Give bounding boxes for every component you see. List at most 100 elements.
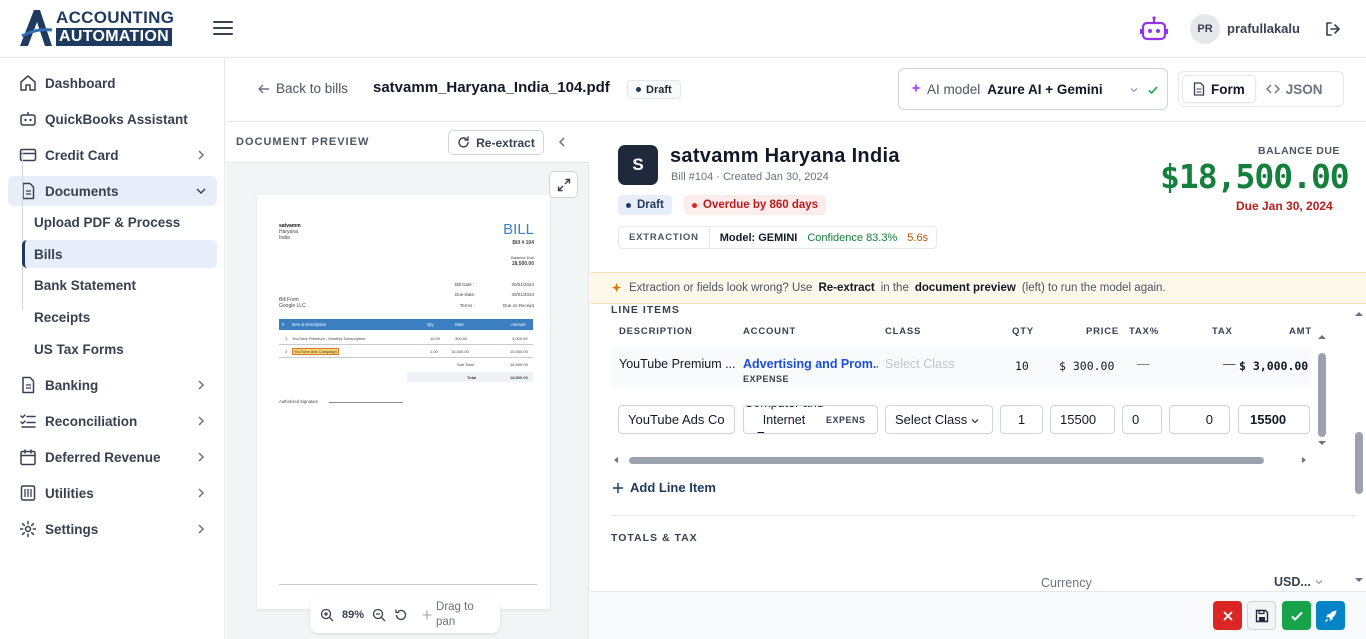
back-to-bills-link[interactable]: Back to bills <box>258 81 348 96</box>
banner-text-1: Extraction or fields look wrong? Use <box>629 282 813 294</box>
col-amount: AMT <box>1289 326 1312 337</box>
pan-hint: Drag to pan <box>422 600 480 630</box>
view-toggle: Form JSON <box>1178 71 1344 107</box>
approve-button[interactable] <box>1282 601 1311 630</box>
tab-form[interactable]: Form <box>1182 75 1256 103</box>
sidebar-subitem-us-tax-forms[interactable]: US Tax Forms <box>22 335 217 363</box>
checklist-icon <box>20 414 36 428</box>
bill-col-qty: Qty <box>427 322 434 327</box>
sidebar-item-reconciliation[interactable]: Reconciliation <box>8 406 217 436</box>
publish-button[interactable] <box>1316 601 1345 630</box>
bill-page-bottom-line <box>279 584 537 585</box>
bill-date-value: 30/01/2024 <box>511 282 534 287</box>
table-horizontal-scrollbar[interactable] <box>611 453 1311 467</box>
row2-tax-percent-input[interactable]: 0 <box>1122 405 1162 434</box>
zoom-in-icon[interactable] <box>320 608 334 622</box>
row2-price-input[interactable]: 15500 <box>1050 405 1115 434</box>
bill-total-value: 18,500.00 <box>510 375 528 380</box>
sidebar-item-label: Banking <box>45 377 99 393</box>
sidebar-item-label: Deferred Revenue <box>45 449 161 465</box>
chevron-right-icon <box>198 416 205 426</box>
currency-value: USD... <box>1274 575 1311 589</box>
logout-icon[interactable] <box>1324 20 1342 38</box>
re-extract-button[interactable]: Re-extract <box>448 130 544 155</box>
sidebar-subitem-bills[interactable]: Bills <box>22 240 217 268</box>
sidebar-subitem-receipts[interactable]: Receipts <box>22 303 217 331</box>
ai-assistant-bot-icon[interactable] <box>1140 16 1168 42</box>
save-icon <box>1255 609 1268 622</box>
collapse-preview-icon[interactable] <box>554 134 570 150</box>
sidebar-item-label: Dashboard <box>45 75 116 91</box>
bill-row-divider <box>279 344 533 345</box>
col-tax-percent: TAX% <box>1129 326 1159 337</box>
bill-row2-amount: 15,500.00 <box>510 349 528 354</box>
bank-icon <box>22 376 35 394</box>
status-badge: Draft <box>627 80 681 99</box>
due-date: Due Jan 30, 2024 <box>1236 199 1333 213</box>
check-icon <box>1290 611 1303 621</box>
user-avatar[interactable]: PR <box>1190 14 1220 44</box>
zoom-out-icon[interactable] <box>372 608 386 622</box>
due-date-label: Due Date : <box>455 292 477 297</box>
tab-form-label: Form <box>1211 81 1245 97</box>
user-name[interactable]: prafullakalu <box>1227 21 1300 36</box>
table-vertical-scrollbar[interactable] <box>1316 330 1328 450</box>
tab-json-label: JSON <box>1285 81 1323 97</box>
save-button[interactable] <box>1247 601 1276 630</box>
reset-zoom-icon[interactable] <box>394 608 408 622</box>
extraction-label: EXTRACTION <box>619 227 710 248</box>
row1-description[interactable]: YouTube Premium ... <box>619 357 735 371</box>
ai-model-select[interactable]: AI model Azure AI + Gemini <box>898 68 1168 110</box>
discard-button[interactable] <box>1213 601 1242 630</box>
tab-json[interactable]: JSON <box>1256 75 1333 103</box>
add-line-item-button[interactable]: Add Line Item <box>612 480 716 495</box>
refresh-icon <box>458 136 469 148</box>
bill-row2-qty: 1.00 <box>430 349 438 354</box>
bill-row2-num: 2 <box>285 349 288 354</box>
row2-class-select[interactable]: Select Class <box>885 405 993 434</box>
line-items-title: LINE ITEMS <box>611 304 680 316</box>
home-icon <box>20 75 36 91</box>
row1-account[interactable]: Advertising and Prom... <box>743 357 878 371</box>
page-vertical-scrollbar[interactable] <box>1352 306 1366 590</box>
bill-document-page[interactable]: satvamm Haryana India BILL Bill # 104 Ba… <box>257 195 550 609</box>
close-icon <box>1222 610 1233 621</box>
sidebar-item-settings[interactable]: Settings <box>8 514 217 544</box>
sidebar-item-dashboard[interactable]: Dashboard <box>8 68 217 98</box>
row2-account-select[interactable]: Computer and Internet Expenses EXPENS <box>743 405 878 434</box>
fullscreen-button[interactable] <box>549 171 578 198</box>
sidebar-item-documents[interactable]: Documents <box>8 176 217 206</box>
sidebar-item-credit-card[interactable]: Credit Card <box>8 140 217 170</box>
terms-label: Terms : <box>460 303 475 308</box>
hamburger-menu-icon[interactable] <box>212 18 234 38</box>
sidebar-item-banking[interactable]: Banking <box>8 370 217 400</box>
preview-title: DOCUMENT PREVIEW <box>236 136 370 148</box>
bill-row1-rate: 300.00 <box>455 336 468 341</box>
sidebar-item-label: Documents <box>45 183 119 199</box>
sparkle-icon <box>911 83 921 93</box>
row2-description-input[interactable]: YouTube Ads Co <box>618 405 735 434</box>
bill-signature-label: Authorized Signature <box>279 399 319 404</box>
currency-select[interactable]: USD... <box>1274 575 1324 589</box>
bill-subtotal-label: Sub Total <box>457 362 474 367</box>
sidebar-subitem-upload-pdf[interactable]: Upload PDF & Process <box>22 208 217 236</box>
row2-qty-input[interactable]: 1 <box>1000 405 1043 434</box>
sidebar-subitem-bank-statement[interactable]: Bank Statement <box>22 271 217 299</box>
col-description: DESCRIPTION <box>619 326 693 337</box>
row1-price: $ 300.00 <box>1059 359 1115 373</box>
move-icon <box>422 610 432 620</box>
chevron-right-icon <box>198 380 205 390</box>
row2-class-value: Select Class <box>895 412 968 427</box>
brand-logo[interactable]: ACCOUNTING AUTOMATION <box>18 6 190 48</box>
row2-tax-input[interactable]: 0 <box>1169 405 1230 434</box>
code-icon <box>1265 84 1280 94</box>
row2-amount-input[interactable]: 15500 <box>1238 405 1310 434</box>
sidebar-item-quickbooks-assistant[interactable]: QuickBooks Assistant <box>8 104 217 134</box>
sidebar-item-deferred-revenue[interactable]: Deferred Revenue <box>8 442 217 472</box>
due-date-value: 30/01/2024 <box>511 292 534 297</box>
bill-row-divider <box>279 357 533 358</box>
row1-class[interactable]: Select Class <box>885 357 954 371</box>
bill-col-amount: Amount <box>511 322 526 327</box>
sidebar-item-utilities[interactable]: Utilities <box>8 478 217 508</box>
overdue-dot <box>692 202 697 208</box>
